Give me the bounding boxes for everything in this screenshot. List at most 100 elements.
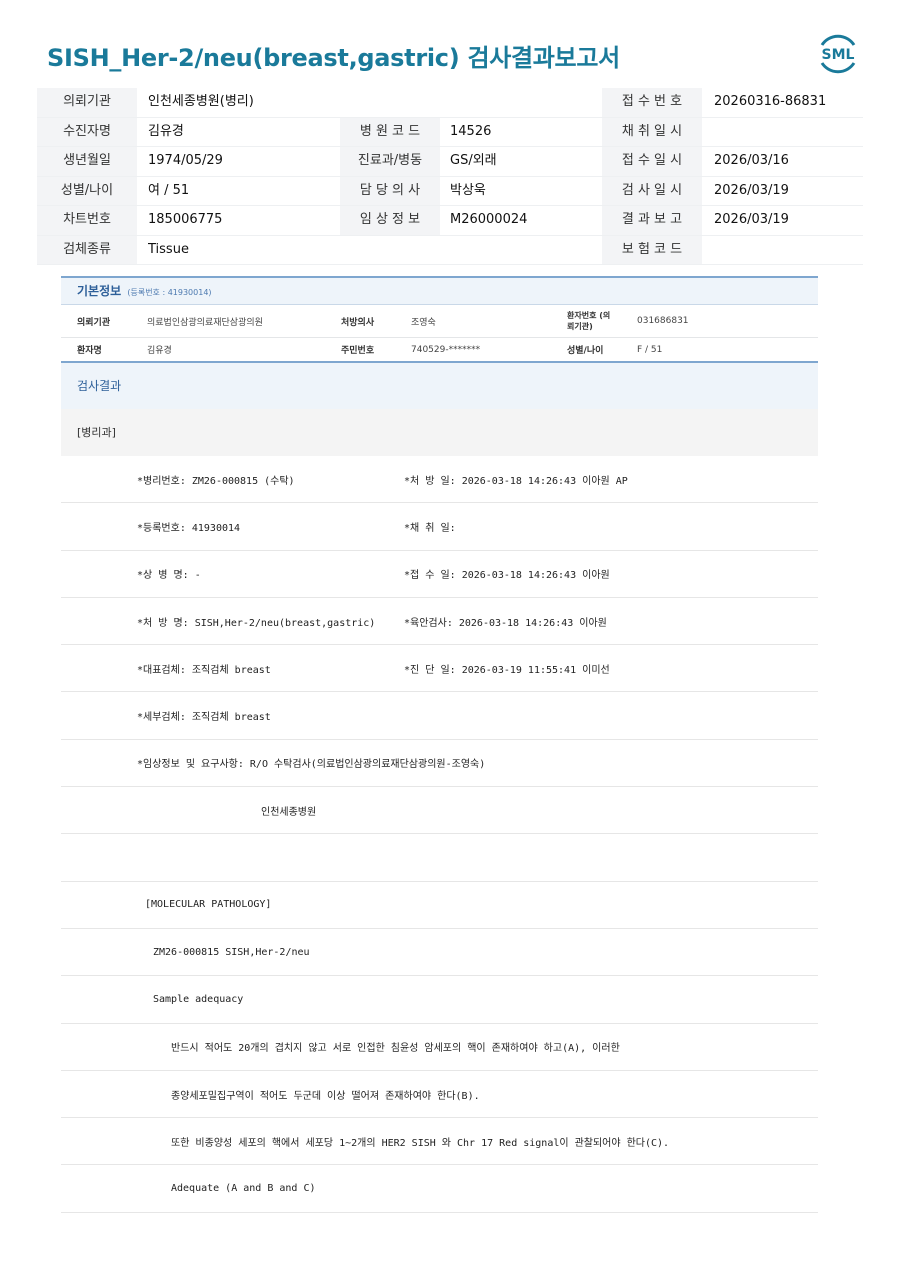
info-value: 조영숙 [411, 317, 436, 328]
header-label: 임 상 정 보 [340, 206, 440, 235]
basic-info-heading: 기본정보 (등록번호 : 41930014) [61, 276, 818, 305]
header-value: 14526 [450, 123, 492, 139]
result-line: [MOLECULAR PATHOLOGY] [61, 882, 818, 929]
info-key: 성별/나이 [567, 346, 604, 356]
header-label: 차트번호 [37, 206, 137, 235]
header-label: 수진자명 [37, 117, 137, 146]
department-label: [병리과] [61, 409, 818, 456]
header-value [714, 118, 864, 147]
header-value: GS/외래 [450, 153, 497, 168]
info-key: 의뢰기관 [77, 317, 111, 328]
header-value [450, 88, 600, 117]
result-text-secondary: *육안검사: 2026-03-18 14:26:43 이아원 [404, 617, 607, 629]
lab-result-panel: 기본정보 (등록번호 : 41930014) 의뢰기관 의료법인삼광의료재단삼광… [61, 276, 818, 1213]
header-label: 검 사 일 시 [602, 176, 702, 205]
result-text-secondary: *접 수 일: 2026-03-18 14:26:43 이아원 [404, 570, 610, 582]
header-label [340, 236, 440, 265]
header-value: Tissue [148, 241, 189, 257]
result-text: 종양세포밀집구역이 적어도 두군데 이상 떨어져 존재하여야 한다(B). [171, 1090, 480, 1102]
result-text: *대표검체: 조직검체 breast [137, 664, 271, 676]
patient-header-table: 의뢰기관 인천세종병원(병리) 접 수 번 호 20260316-86831 수진자명 김… [37, 88, 863, 265]
result-text: ZM26-000815 SISH,Her-2/neu [153, 946, 310, 958]
header-label: 접 수 번 호 [602, 88, 702, 117]
sml-logo: SML [820, 34, 856, 74]
result-line: *병리번호: ZM26-000815 (수탁) *처 방 일: 2026-03-1… [61, 456, 818, 504]
header-label: 보 험 코 드 [602, 235, 702, 264]
result-line: 또한 비종양성 세포의 핵에서 세포당 1~2개의 HER2 SISH 와 Ch… [61, 1118, 818, 1166]
header-value: 185006775 [148, 212, 223, 227]
header-row: 검체종류 Tissue 보 험 코 드 [37, 235, 864, 265]
result-text: Sample adequacy [153, 993, 244, 1005]
header-row: 성별/나이 여 / 51 담 당 의 사 박상욱 검 사 일 시 2026/03/19 [37, 176, 863, 206]
info-key: 처방의사 [341, 317, 375, 328]
result-line: *세부검체: 조직검체 breast [61, 692, 818, 740]
header-label: 병 원 코 드 [340, 117, 440, 146]
result-text: *상 병 명: - [137, 570, 201, 582]
header-row: 생년월일 1974/05/29 진료과/병동 GS/외래 접 수 일 시 2026/03/… [37, 147, 863, 177]
result-line: Adequate (A and B and C) [61, 1165, 818, 1213]
result-line: *상 병 명: - *접 수 일: 2026-03-18 14:26:43 이아원 [61, 551, 818, 598]
header-row: 차트번호 185006775 임 상 정 보 M26000024 결 과 보 고 2026… [37, 206, 863, 236]
header-value: 박상욱 [450, 182, 486, 198]
result-line: 종양세포밀집구역이 적어도 두군데 이상 떨어져 존재하여야 한다(B). [61, 1071, 818, 1119]
header-value: 여 / 51 [148, 182, 190, 198]
header-label: 의뢰기관 [37, 88, 137, 117]
header-value: 인천세종병원(병리) [148, 94, 254, 109]
result-text: Adequate (A and B and C) [171, 1183, 316, 1195]
registration-number: (등록번호 : 41930014) [127, 288, 212, 297]
basic-info-title: 기본정보 [77, 284, 122, 298]
header-label: 생년월일 [37, 147, 137, 176]
result-text-secondary: *처 방 일: 2026-03-18 14:26:43 이아원 AP [404, 475, 628, 487]
info-value: 의료법인삼광의료재단삼광의원 [147, 317, 263, 328]
info-value: 김유경 [147, 346, 172, 356]
report-title: SISH_Her-2/neu(breast,gastric) 검사결과보고서 [47, 44, 620, 72]
info-key: 환자명 [77, 346, 102, 356]
result-line: *대표검체: 조직검체 breast *진 단 일: 2026-03-19 11:… [61, 645, 818, 693]
result-text: 반드시 적어도 20개의 겹치지 않고 서로 인접한 침윤성 암세포의 핵이 존… [171, 1043, 620, 1055]
header-value [714, 236, 864, 265]
header-value: 2026/03/19 [714, 182, 789, 198]
header-label: 성별/나이 [37, 176, 137, 205]
result-text-secondary: *채 취 일: [404, 522, 456, 534]
basic-info-row-1: 의뢰기관 의료법인삼광의료재단삼광의원 처방의사 조영숙 환자번호 (의뢰기관)… [61, 305, 818, 338]
result-line: *처 방 명: SISH,Her-2/neu(breast,gastric) *육… [61, 598, 818, 646]
result-line: *등록번호: 41930014 *채 취 일: [61, 503, 818, 551]
header-label: 담 당 의 사 [340, 176, 440, 205]
logo-text: SML [822, 47, 855, 63]
result-lines: *병리번호: ZM26-000815 (수탁) *처 방 일: 2026-03-1… [61, 456, 818, 1213]
header-label: 결 과 보 고 [602, 206, 702, 235]
header-label [340, 88, 440, 117]
result-text: 인천세종병원 [261, 806, 317, 818]
info-value: F / 51 [637, 344, 663, 355]
result-text: *등록번호: 41930014 [137, 522, 241, 534]
result-text: *병리번호: ZM26-000815 (수탁) [137, 475, 295, 487]
result-line: ZM26-000815 SISH,Her-2/neu [61, 929, 818, 977]
header-value: M26000024 [450, 212, 528, 227]
basic-info-row-2: 환자명 김유경 주민번호 740529-******* 성별/나이 F / 51 [61, 338, 818, 363]
header-label: 채 취 일 시 [602, 117, 702, 146]
result-text: *임상정보 및 요구사항: R/O 수탁검사(의료법인삼광의료재단삼광의원-조영… [137, 759, 486, 771]
header-label: 진료과/병동 [340, 147, 440, 176]
header-value: 20260316-86831 [714, 94, 827, 109]
result-line [61, 834, 818, 882]
info-key: 환자번호 (의뢰기관) [567, 311, 611, 331]
result-text: *세부검체: 조직검체 breast [137, 712, 271, 724]
result-line: 인천세종병원 [61, 787, 818, 835]
info-key: 주민번호 [341, 346, 375, 356]
result-line: Sample adequacy [61, 976, 818, 1024]
result-text-secondary: *진 단 일: 2026-03-19 11:55:41 이미선 [404, 664, 610, 676]
info-value: 031686831 [637, 316, 689, 326]
info-value: 740529-******* [411, 344, 481, 355]
result-text: *처 방 명: SISH,Her-2/neu(breast,gastric) [137, 617, 376, 629]
header-row: 수진자명 김유경 병 원 코 드 14526 채 취 일 시 [37, 117, 864, 147]
result-line: 반드시 적어도 20개의 겹치지 않고 서로 인접한 침윤성 암세포의 핵이 존… [61, 1024, 818, 1071]
header-value: 2026/03/16 [714, 153, 789, 168]
header-label: 접 수 일 시 [602, 147, 702, 176]
result-text: [MOLECULAR PATHOLOGY] [145, 899, 272, 911]
result-line: *임상정보 및 요구사항: R/O 수탁검사(의료법인삼광의료재단삼광의원-조영… [61, 740, 818, 788]
header-value [450, 236, 600, 265]
header-row: 의뢰기관 인천세종병원(병리) 접 수 번 호 20260316-86831 [37, 88, 863, 118]
results-heading: 검사결과 [61, 363, 818, 409]
header-value: 1974/05/29 [148, 153, 223, 168]
header-value: 2026/03/19 [714, 212, 789, 227]
